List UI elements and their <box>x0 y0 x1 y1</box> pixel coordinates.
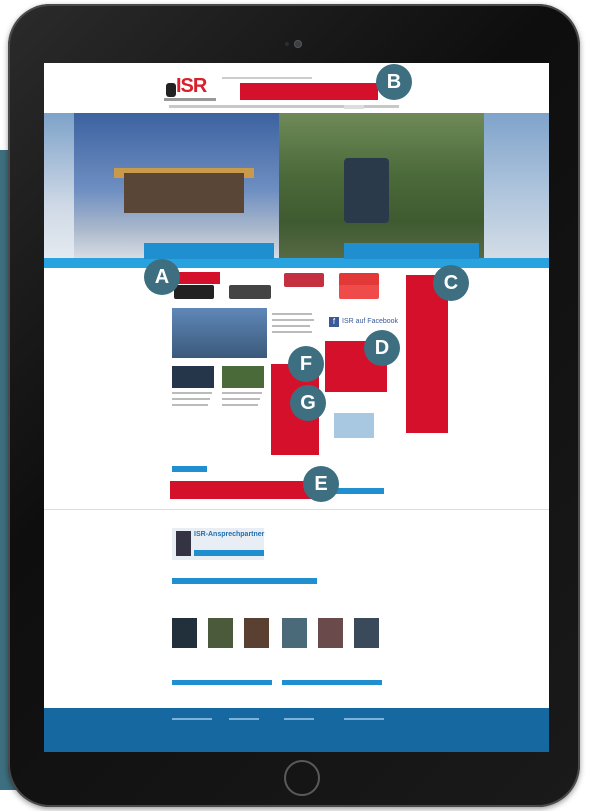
magazine-cover[interactable] <box>244 618 269 648</box>
search-field[interactable] <box>344 105 364 109</box>
callout-badge-f: F <box>288 346 324 382</box>
footer-text <box>172 718 212 720</box>
hero-slide-image <box>484 113 549 268</box>
hero-slider[interactable] <box>44 113 549 268</box>
facebook-label: ISR auf Facebook <box>342 318 399 325</box>
callout-badge-b: B <box>376 64 412 100</box>
more-news-button[interactable] <box>172 466 207 472</box>
partner-logo[interactable] <box>284 273 324 287</box>
magazine-cover[interactable] <box>318 618 343 648</box>
hero-slide-image <box>44 113 74 268</box>
callout-badge-e: E <box>303 466 339 502</box>
cable-car-cabin <box>344 158 389 223</box>
site-logo[interactable]: ISR <box>176 75 207 98</box>
news-text <box>272 319 314 321</box>
callout-badge-d: D <box>364 330 400 366</box>
sensor-icon <box>285 42 289 46</box>
station-building <box>124 173 244 213</box>
magazine-cover[interactable] <box>172 618 197 648</box>
news-image[interactable] <box>222 366 264 388</box>
footer-text <box>229 718 259 720</box>
highlight-region-b <box>240 83 378 100</box>
news-text <box>172 392 212 394</box>
hero-caption-strip <box>44 258 549 268</box>
news-image[interactable] <box>172 308 267 358</box>
facebook-icon: f <box>329 317 339 327</box>
section-divider <box>44 509 549 510</box>
camera-icon <box>294 40 302 48</box>
contact-name: ISR-Ansprechpartner <box>194 531 265 538</box>
news-text <box>222 398 260 400</box>
hero-caption[interactable] <box>144 243 274 259</box>
callout-badge-c: C <box>433 265 469 301</box>
sidebar-image[interactable] <box>334 413 374 438</box>
callout-badge-a: A <box>144 259 180 295</box>
magazine-bar[interactable] <box>282 680 382 685</box>
magazine-cover[interactable] <box>208 618 233 648</box>
news-text <box>272 331 312 333</box>
magazine-bar[interactable] <box>172 680 272 685</box>
facebook-link[interactable]: f ISR auf Facebook <box>329 317 398 327</box>
news-text <box>222 404 258 406</box>
news-text <box>272 325 310 327</box>
home-button[interactable] <box>284 760 320 796</box>
contact-button[interactable] <box>172 578 317 584</box>
highlight-region-e <box>170 481 315 499</box>
contact-bar <box>194 550 264 556</box>
site-footer <box>44 708 549 752</box>
logo-mark-icon <box>166 83 176 97</box>
partner-logo[interactable] <box>339 285 379 299</box>
callout-badge-g: G <box>290 385 326 421</box>
footer-text <box>284 718 314 720</box>
partner-logo[interactable] <box>229 285 271 299</box>
stage: ISR f ISR auf Facebook ISR-Ansprechpartn… <box>0 0 589 811</box>
news-text <box>272 313 312 315</box>
hero-caption[interactable] <box>344 243 479 259</box>
news-image[interactable] <box>172 366 214 388</box>
footer-text <box>344 718 384 720</box>
news-text <box>222 392 262 394</box>
magazine-cover[interactable] <box>354 618 379 648</box>
partner-logo[interactable] <box>174 285 214 299</box>
contact-photo <box>176 531 191 556</box>
header-topline <box>222 77 312 79</box>
news-text <box>172 404 208 406</box>
main-navigation[interactable] <box>169 105 399 108</box>
magazine-cover[interactable] <box>282 618 307 648</box>
news-text <box>172 398 210 400</box>
magazine-group <box>282 608 382 688</box>
logo-tagline <box>164 98 216 101</box>
magazine-group <box>172 608 272 688</box>
